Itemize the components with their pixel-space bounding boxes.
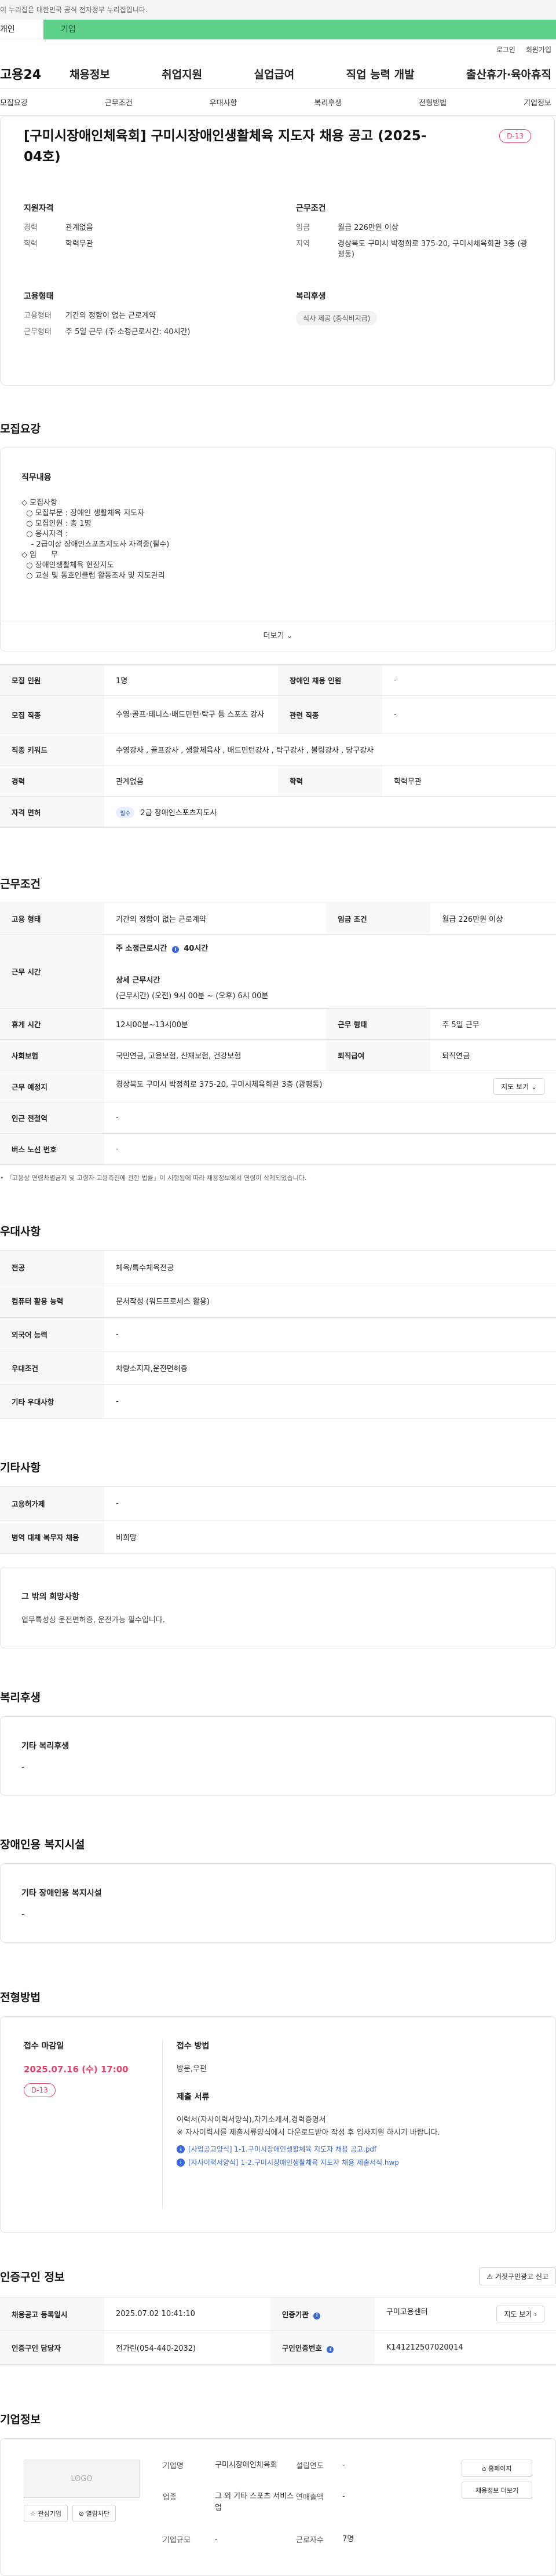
gnb-item-parental-leave[interactable]: 출산휴가·육아휴직 (466, 66, 551, 82)
map-button[interactable]: 지도 보기 ⌄ (493, 1078, 544, 1095)
interest-button[interactable]: ☆ 관심기업 (24, 2505, 68, 2522)
dday-badge: D-13 (499, 129, 531, 143)
gnb-item-jobs[interactable]: 채용정보 (70, 66, 110, 82)
apply-box: 접수 마감일 2025.07.16 (수) 17:00 D-13 접수 방법 방… (0, 2016, 556, 2233)
section-title-recruit: 모집요강 (0, 423, 41, 435)
info-icon[interactable]: i (313, 2313, 321, 2320)
tab-individual[interactable]: 개인 (0, 20, 43, 39)
conditions-table: 고용 형태 기간의 정함이 없는 근로계약 임금 조건 월급 226만원 이상 근무… (0, 903, 556, 1165)
site-logo[interactable]: 고용24 (0, 64, 70, 83)
attachment-icon: ⤓ (177, 2158, 185, 2167)
summary-welfare: 복리후생 식사 제공 (중식비지급) (296, 290, 533, 343)
home-icon: ⌂ (482, 2465, 487, 2472)
gov-notice: 이 누리집은 대한민국 공식 전자정부 누리집입니다. (0, 0, 556, 20)
tab-conditions[interactable]: 근무조건 (105, 97, 133, 108)
recruit-table: 모집 인원 1명 장애인 채용 인원 - 모집 직종 수영·골프·테니스·배드민턴·탁… (0, 664, 556, 828)
dday-badge-2: D-13 (24, 2083, 56, 2097)
job-summary-card: [구미시장애인체육회] 구미시장애인생활체육 지도자 채용 공고 (2025-0… (0, 116, 555, 386)
section-title-preference: 우대사항 (0, 1225, 41, 1238)
other-wish-box: 그 밖의 희망사항 업무특성상 운전면허증, 운전가능 필수입니다. (0, 1567, 556, 1648)
section-title-apply: 전형방법 (0, 1991, 41, 2004)
company-box: LOGO ☆ 관심기업 ⊘ 열람차단 기업명 구미시장애인체육회 설립연도 - 업종… (0, 2438, 556, 2576)
tab-corporate[interactable]: 기업 (43, 20, 556, 39)
tab-company[interactable]: 기업정보 (524, 97, 551, 108)
deadline: 2025.07.16 (수) 17:00 (24, 2064, 129, 2075)
etc-table: 고용허가제 - 병역 대체 복무자 채용 비희망 (0, 1486, 556, 1554)
agency-map-button[interactable]: 지도 보기 › (496, 2306, 544, 2322)
info-icon[interactable]: i (171, 946, 179, 953)
job-title: [구미시장애인체육회] 구미시장애인생활체육 지도자 채용 공고 (2025-0… (24, 129, 427, 164)
section-title-etc: 기타사항 (0, 1461, 41, 1474)
gnb-item-unemployment[interactable]: 실업급여 (254, 66, 294, 82)
company-logo: LOGO (24, 2460, 140, 2498)
required-badge: 필수 (116, 807, 135, 818)
job-detail-box: 직무내용 ◇ 모집사항 ○ 모집부문 : 장애인 생활체육 지도자 ○ 모집인원… (0, 448, 556, 651)
gnb-item-training[interactable]: 직업 능력 개발 (346, 66, 415, 82)
welfare-box: 기타 복리후생 - (0, 1716, 556, 1795)
section-title-conditions: 근무조건 (0, 878, 41, 891)
attachment-link-2[interactable]: ⤓ [자사이력서양식] 1-2.구미시장애인생활체육 지도자 채용 제출서식.hw… (177, 2157, 535, 2167)
more-jobs-button[interactable]: 채용정보 더보기 (462, 2482, 532, 2499)
section-title-facility: 장애인용 복지시설 (0, 1838, 85, 1851)
chevron-down-icon: ⌄ (286, 632, 293, 640)
summary-qualification: 지원자격 경력 관계없음 학력 학력무관 (24, 204, 93, 248)
star-icon: ☆ (30, 2510, 36, 2518)
summary-employment: 고용형태 고용형태 기간의 정함이 없는 근로계약 근무형태 주 5일 근무 (주 … (24, 292, 191, 336)
signup-link[interactable]: 회원가입 (526, 45, 551, 54)
tab-recruit[interactable]: 모집요강 (0, 97, 28, 108)
section-title-company: 기업정보 (0, 2413, 41, 2426)
attachment-link-1[interactable]: ⤓ [사업공고양식] 1-1.구미시장애인생활체육 지도자 채용 공고.pdf (177, 2144, 535, 2154)
tab-welfare[interactable]: 복리후생 (314, 97, 342, 108)
tab-preference[interactable]: 우대사항 (210, 97, 237, 108)
member-tabs: 개인 기업 (0, 20, 556, 39)
block-button[interactable]: ⊘ 열람차단 (72, 2505, 116, 2522)
section-title-welfare: 복리후생 (0, 1691, 41, 1704)
gnb-item-employment-support[interactable]: 취업지원 (162, 66, 202, 82)
report-button[interactable]: ⚠ 거짓구인광고 신고 (479, 2267, 556, 2285)
more-button[interactable]: 더보기 ⌄ (1, 621, 555, 651)
section-title-agency: 인증구인 정보 (0, 2271, 65, 2284)
welfare-pill: 식사 제공 (중식비지급) (296, 311, 378, 325)
info-icon[interactable]: i (327, 2346, 334, 2353)
attachment-icon: ⤓ (177, 2145, 185, 2153)
block-icon: ⊘ (78, 2510, 85, 2518)
age-footnote: • 「고용상 연령차별금지 및 고령자 고용촉진에 관한 법률」이 시행됨에 따… (0, 1174, 307, 1182)
agency-table: 채용공고 등록일시 2025.07.02 10:41:10 인증기관 i 구미고용… (0, 2297, 556, 2365)
util-bar: 로그인 회원가입 (0, 39, 556, 59)
tab-apply[interactable]: 전형방법 (419, 97, 447, 108)
alert-icon: ⚠ (487, 2273, 493, 2281)
summary-conditions: 근무조건 임금 월급 226만원 이상 지역 경상북도 구미시 박정희로 375-2… (296, 204, 528, 259)
company-fields: 기업명 구미시장애인체육회 설립연도 - 업종 그 외 기타 스포츠 서비스업 연매출… (163, 2461, 354, 2545)
login-link[interactable]: 로그인 (496, 45, 515, 54)
global-nav: 고용24 채용정보 취업지원 실업급여 직업 능력 개발 출산휴가·육아휴직 (0, 59, 556, 88)
preference-table: 전공 체육/특수체육전공 컴퓨터 활용 능력 문서작성 (워드프로세스 활용) 외국… (0, 1250, 556, 1419)
section-tabs: 모집요강 근무조건 우대사항 복리후생 전형방법 기업정보 (0, 88, 556, 116)
homepage-button[interactable]: ⌂ 홈페이지 (462, 2460, 532, 2477)
facility-box: 기타 장애인용 복지시설 - (0, 1863, 556, 1943)
